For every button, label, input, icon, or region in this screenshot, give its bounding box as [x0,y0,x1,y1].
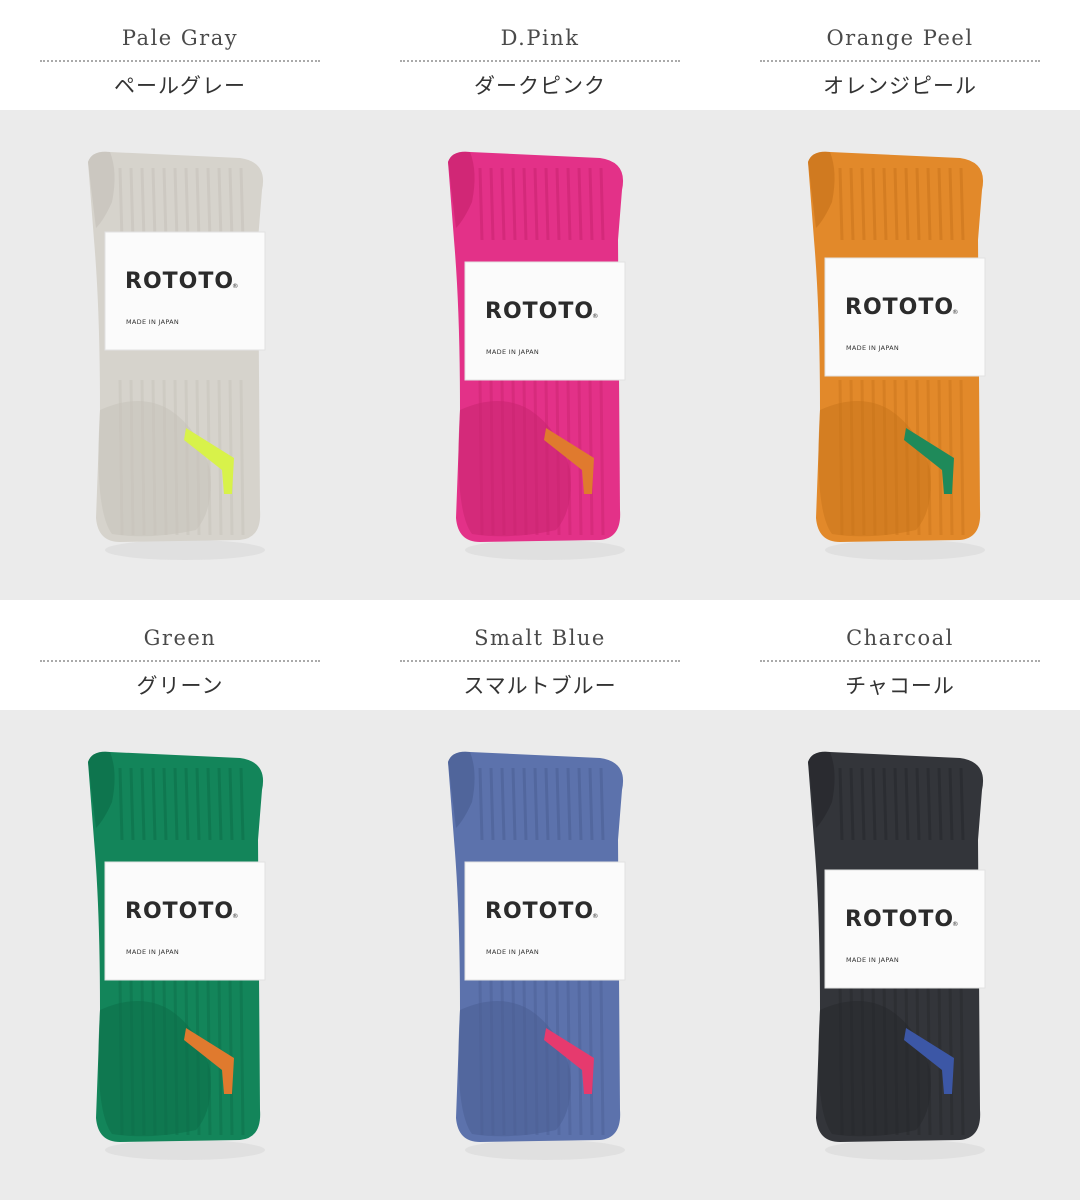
variant-name-en: Smalt Blue [474,626,606,650]
variant-name-en: D.Pink [500,26,580,50]
dotted-divider [40,60,320,62]
variant-label-smalt-blue: Smalt Blue スマルトブルー [360,600,720,710]
variant-label-d-pink: D.Pink ダークピンク [360,0,720,110]
registered-mark: ® [592,912,599,920]
band-made-in: MADE IN JAPAN [846,344,899,352]
variant-name-jp: ペールグレー [114,74,246,98]
dotted-divider [40,660,320,662]
label-row-2: Green グリーン Smalt Blue スマルトブルー Charcoal チ… [0,600,1080,710]
sock-illustration: ROTOTO® MADE IN JAPAN [88,151,266,560]
variant-name-jp: スマルトブルー [463,674,617,698]
variant-label-orange-peel: Orange Peel オレンジピール [720,0,1080,110]
band-brand-name: ROTOTO [845,907,954,932]
band-brand-name: ROTOTO [125,269,234,294]
sock-photo-d-pink[interactable]: ROTOTO ® MADE IN JAPAN [360,110,720,600]
sock-photo-green[interactable]: ROTOTO ® MADE IN JAPAN [0,710,360,1200]
variant-name-en: Green [143,626,217,650]
registered-mark: ® [952,920,959,928]
band-brand-name: ROTOTO [125,899,234,924]
registered-mark: ® [232,282,239,290]
variant-label-green: Green グリーン [0,600,360,710]
variant-name-jp: チャコール [845,674,955,698]
product-band-label: ROTOTO® MADE IN JAPAN [104,231,266,351]
sock-photo-pale-gray[interactable]: ROTOTO ® MADE IN JAPAN [0,110,360,600]
sock-photo-orange-peel[interactable]: ROTOTO ® MADE IN JAPAN [720,110,1080,600]
variant-name-en: Charcoal [846,626,954,650]
band-made-in: MADE IN JAPAN [486,948,539,956]
registered-mark: ® [952,308,959,316]
label-row-1: Pale Gray ペールグレー D.Pink ダークピンク Orange Pe… [0,0,1080,110]
variant-name-en: Orange Peel [826,26,974,50]
band-brand-name: ROTOTO [845,295,954,320]
product-band-label: ROTOTO® MADE IN JAPAN [104,861,266,981]
sock-illustration: ROTOTO® MADE IN JAPAN [448,151,626,560]
band-made-in: MADE IN JAPAN [846,956,899,964]
dotted-divider [400,660,680,662]
band-made-in: MADE IN JAPAN [126,948,179,956]
sock-illustration: ROTOTO® MADE IN JAPAN [808,751,986,1160]
color-variant-grid: Pale Gray ペールグレー D.Pink ダークピンク Orange Pe… [0,0,1080,1200]
variant-name-jp: グリーン [136,674,224,698]
sock-photo-smalt-blue[interactable]: ROTOTO ® MADE IN JAPAN [360,710,720,1200]
sock-photo-charcoal[interactable]: ROTOTO ® MADE IN JAPAN [720,710,1080,1200]
band-brand-name: ROTOTO [485,299,594,324]
product-band-label: ROTOTO® MADE IN JAPAN [464,261,626,381]
variant-label-pale-gray: Pale Gray ペールグレー [0,0,360,110]
sock-illustration: ROTOTO® MADE IN JAPAN [808,151,986,560]
sock-illustration: ROTOTO® MADE IN JAPAN [88,751,266,1160]
product-band-label: ROTOTO® MADE IN JAPAN [824,257,986,377]
registered-mark: ® [592,312,599,320]
sock-illustration: ROTOTO® MADE IN JAPAN [448,751,626,1160]
band-brand-name: ROTOTO [485,899,594,924]
variant-label-charcoal: Charcoal チャコール [720,600,1080,710]
variant-name-jp: オレンジピール [823,74,977,98]
dotted-divider [400,60,680,62]
product-band-label: ROTOTO® MADE IN JAPAN [464,861,626,981]
dotted-divider [760,60,1040,62]
variant-name-en: Pale Gray [121,26,239,50]
band-made-in: MADE IN JAPAN [126,318,179,326]
registered-mark: ® [232,912,239,920]
variant-name-jp: ダークピンク [474,74,606,98]
band-made-in: MADE IN JAPAN [486,348,539,356]
dotted-divider [760,660,1040,662]
product-band-label: ROTOTO® MADE IN JAPAN [824,869,986,989]
